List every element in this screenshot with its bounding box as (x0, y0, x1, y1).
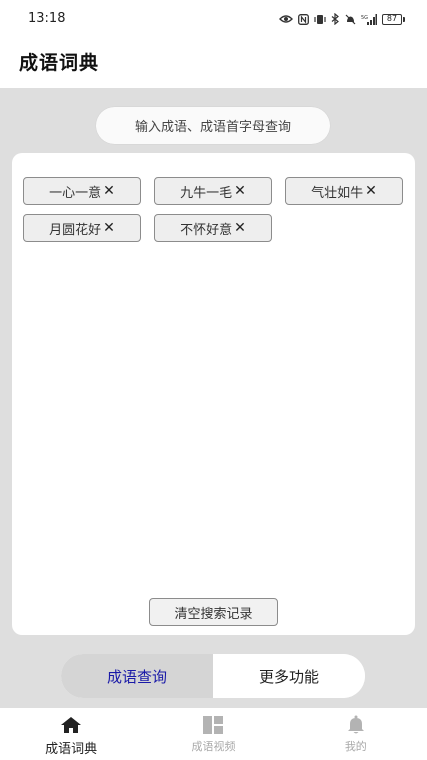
history-tag[interactable]: 不怀好意 ✕ (154, 214, 272, 242)
history-tag[interactable]: 一心一意 ✕ (23, 177, 141, 205)
nav-label: 我的 (344, 740, 367, 753)
bottom-nav: 成语词典 成语视频 我的 (0, 708, 427, 760)
signal-icon: 5G (361, 13, 377, 25)
home-icon (60, 715, 82, 735)
history-tag[interactable]: 月圆花好 ✕ (23, 214, 141, 242)
page-title: 成语词典 (19, 52, 100, 74)
status-bar: 13:18 5G 87 (0, 0, 427, 38)
main-area: 输入成语、成语首字母查询 一心一意 ✕ 九牛一毛 ✕ 气壮如牛 ✕ 月圆花好 ✕… (0, 88, 427, 708)
nav-label: 成语词典 (45, 742, 98, 757)
bluetooth-icon (331, 13, 339, 25)
close-icon[interactable]: ✕ (234, 221, 246, 235)
history-tag-label: 不怀好意 (180, 222, 233, 238)
app-header: 成语词典 (0, 38, 427, 88)
history-tag-label: 月圆花好 (49, 222, 102, 238)
close-icon[interactable]: ✕ (365, 184, 377, 198)
close-icon[interactable]: ✕ (103, 184, 115, 198)
svg-text:5G: 5G (361, 15, 368, 21)
nfc-icon (298, 13, 309, 25)
tab-idiom-search[interactable]: 成语查询 (61, 654, 213, 698)
history-tag[interactable]: 九牛一毛 ✕ (154, 177, 272, 205)
close-icon[interactable]: ✕ (234, 184, 246, 198)
status-time: 13:18 (28, 11, 66, 26)
tab-more-functions[interactable]: 更多功能 (213, 654, 365, 698)
history-tag-label: 九牛一毛 (180, 185, 233, 201)
status-icons: 5G 87 (279, 12, 405, 26)
battery-level: 87 (382, 13, 402, 25)
vibrate-icon (314, 14, 326, 24)
close-icon[interactable]: ✕ (103, 221, 115, 235)
history-tag-label: 气壮如牛 (311, 185, 364, 201)
mute-icon (345, 14, 356, 24)
grid-icon (202, 715, 224, 735)
search-input[interactable]: 输入成语、成语首字母查询 (96, 107, 330, 144)
battery-icon: 87 (382, 13, 405, 25)
bell-icon (345, 715, 367, 735)
history-tag[interactable]: 气壮如牛 ✕ (285, 177, 403, 205)
nav-item-dictionary[interactable]: 成语词典 (0, 708, 142, 760)
nav-item-videos[interactable]: 成语视频 (142, 708, 284, 760)
clear-history-button[interactable]: 清空搜索记录 (149, 598, 278, 626)
history-tag-label: 一心一意 (49, 185, 102, 201)
function-switch: 成语查询 更多功能 (61, 654, 365, 698)
eye-icon (279, 15, 293, 23)
nav-item-mine[interactable]: 我的 (285, 708, 427, 760)
search-history-panel: 一心一意 ✕ 九牛一毛 ✕ 气壮如牛 ✕ 月圆花好 ✕ 不怀好意 ✕ 清空搜索记… (12, 153, 415, 635)
nav-label: 成语视频 (191, 740, 236, 753)
